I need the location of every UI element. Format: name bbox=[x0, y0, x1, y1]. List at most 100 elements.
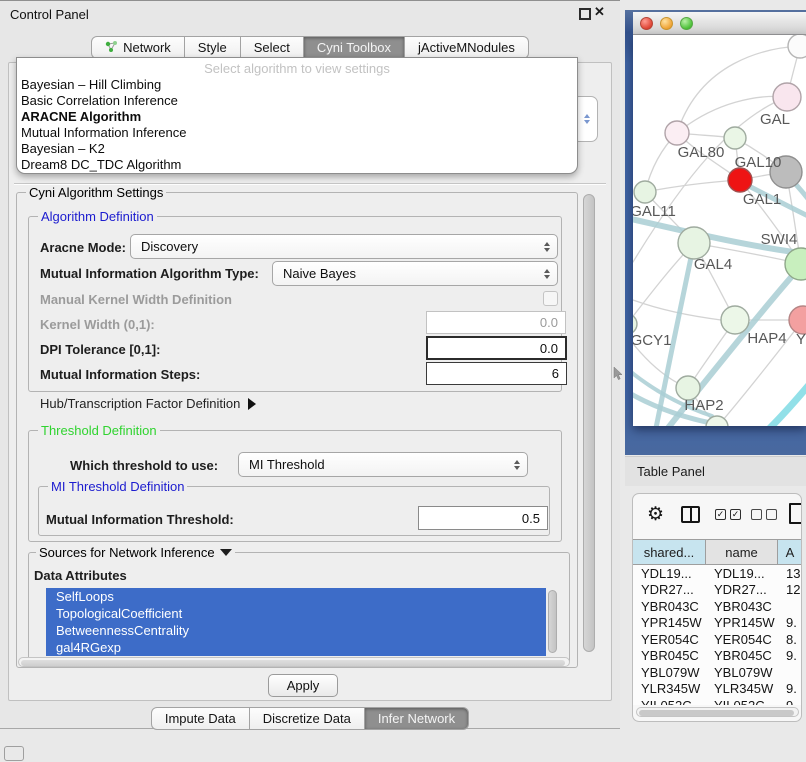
tab-infer-network[interactable]: Infer Network bbox=[365, 707, 469, 730]
apply-button[interactable]: Apply bbox=[268, 674, 338, 697]
table-row[interactable]: YDR27...YDR27...12 bbox=[633, 582, 802, 599]
data-attributes-list[interactable]: SelfLoopsTopologicalCoefficientBetweenne… bbox=[46, 588, 546, 656]
stepper-icon bbox=[514, 460, 520, 470]
control-panel-title: Control Panel bbox=[10, 7, 89, 22]
node-mid[interactable] bbox=[724, 127, 746, 149]
table-cell: YBR045C bbox=[633, 648, 706, 663]
tab-discretize-data[interactable]: Discretize Data bbox=[250, 707, 365, 730]
zoom-button[interactable] bbox=[680, 17, 693, 30]
hub-expander[interactable]: Hub/Transcription Factor Definition bbox=[40, 396, 256, 411]
node-y-clipped[interactable] bbox=[789, 306, 806, 334]
mi-type-value: Naive Bayes bbox=[283, 266, 356, 281]
table-cell: YDL19... bbox=[706, 566, 778, 581]
algorithm-item-mutual-information-inference[interactable]: Mutual Information Inference bbox=[21, 125, 573, 141]
close-button[interactable] bbox=[640, 17, 653, 30]
manual-kernel-checkbox[interactable] bbox=[543, 291, 558, 306]
node-gal80[interactable] bbox=[665, 121, 689, 145]
table-panel-box: ⚙ ✓ ✓ shared...nameA YDL19...YDL19...13Y… bbox=[632, 493, 802, 722]
algorithm-item-bayesian-k2[interactable]: Bayesian – K2 bbox=[21, 141, 573, 157]
table-cell: 9 bbox=[778, 698, 802, 705]
which-threshold-label: Which threshold to use: bbox=[70, 458, 218, 473]
node-gal4[interactable] bbox=[678, 227, 710, 259]
algorithm-item-dream8-dc-tdc-algorithm[interactable]: Dream8 DC_TDC Algorithm bbox=[21, 157, 573, 173]
node-hap4[interactable] bbox=[721, 306, 749, 334]
settings-vscrollbar[interactable] bbox=[583, 194, 595, 652]
attribute-item-topologicalcoefficient[interactable]: TopologicalCoefficient bbox=[46, 605, 546, 622]
tab-label: Style bbox=[198, 40, 227, 55]
table-hscrollbar[interactable] bbox=[636, 707, 799, 717]
hub-expander-label: Hub/Transcription Factor Definition bbox=[40, 396, 240, 411]
minimize-button[interactable] bbox=[660, 17, 673, 30]
tab-cyni-toolbox[interactable]: Cyni Toolbox bbox=[304, 36, 405, 59]
column-header-a[interactable]: A bbox=[778, 540, 802, 564]
attribute-item-gal4rgexp[interactable]: gal4RGexp bbox=[46, 639, 546, 656]
table-row[interactable]: YDL19...YDL19...13 bbox=[633, 565, 802, 582]
node-gcy1[interactable] bbox=[633, 314, 637, 334]
algorithm-item-aracne-algorithm[interactable]: ARACNE Algorithm bbox=[21, 109, 573, 125]
table-body: YDL19...YDL19...13YDR27...YDR27...12YBR0… bbox=[633, 565, 802, 705]
attribute-item-selfloops[interactable]: SelfLoops bbox=[46, 588, 546, 605]
tab-label: Discretize Data bbox=[263, 711, 351, 726]
table-row[interactable]: YBR045CYBR045C9. bbox=[633, 648, 802, 665]
node-top[interactable] bbox=[788, 35, 806, 58]
table-row[interactable]: YBR043CYBR043C bbox=[633, 598, 802, 615]
column-header-shared[interactable]: shared... bbox=[633, 540, 706, 564]
table-row[interactable]: YBL079WYBL079W bbox=[633, 664, 802, 681]
network-window-titlebar[interactable] bbox=[633, 12, 806, 35]
dpi-tolerance-field[interactable]: 0.0 bbox=[426, 336, 567, 360]
node-label: HAP2 bbox=[684, 397, 723, 414]
algorithm-item-bayesian-hill-climbing[interactable]: Bayesian – Hill Climbing bbox=[21, 77, 573, 93]
table-hscrollbar-thumb[interactable] bbox=[639, 710, 794, 716]
node-gal11[interactable] bbox=[634, 181, 656, 203]
node-gal-clipped[interactable] bbox=[773, 83, 801, 111]
which-threshold-combo[interactable]: MI Threshold bbox=[238, 452, 528, 477]
float-icon[interactable] bbox=[579, 8, 591, 20]
checkbox-unchecked-icon bbox=[751, 509, 762, 520]
table-row[interactable]: YPR145WYPR145W9. bbox=[633, 615, 802, 632]
collapsed-panel-icon[interactable] bbox=[4, 746, 24, 761]
tab-jactivemnodules[interactable]: jActiveMNodules bbox=[405, 36, 529, 59]
attributes-hscrollbar[interactable] bbox=[18, 657, 570, 667]
attributes-hscrollbar-thumb[interactable] bbox=[21, 660, 565, 666]
split-columns-icon[interactable] bbox=[681, 506, 700, 523]
algorithm-item-basic-correlation-inference[interactable]: Basic Correlation Inference bbox=[21, 93, 573, 109]
attributes-vscrollbar[interactable] bbox=[548, 590, 557, 653]
node-label: GAL4 bbox=[694, 256, 732, 273]
table-cell: 12 bbox=[778, 582, 802, 597]
table-cell: YIL052C bbox=[706, 698, 778, 705]
mi-steps-label: Mutual Information Steps: bbox=[40, 367, 200, 382]
tab-impute-data[interactable]: Impute Data bbox=[151, 707, 250, 730]
table-header: shared...nameA bbox=[633, 539, 802, 565]
table-row[interactable]: YLR345WYLR345W9. bbox=[633, 681, 802, 698]
cyni-settings-legend: Cyni Algorithm Settings bbox=[26, 185, 166, 200]
node-gal1[interactable] bbox=[728, 168, 752, 192]
sources-legend[interactable]: Sources for Network Inference bbox=[36, 545, 235, 560]
aracne-mode-combo[interactable]: Discovery bbox=[130, 234, 558, 259]
attribute-item-betweennesscentrality[interactable]: BetweennessCentrality bbox=[46, 622, 546, 639]
tab-network[interactable]: Network bbox=[91, 36, 185, 59]
gear-icon[interactable]: ⚙ bbox=[647, 503, 664, 526]
node-label: GAL bbox=[760, 111, 790, 128]
table-cell: YER054C bbox=[706, 632, 778, 647]
table-cell: YBR043C bbox=[633, 599, 706, 614]
network-edge bbox=[645, 180, 740, 192]
document-icon[interactable] bbox=[789, 503, 802, 524]
tab-style[interactable]: Style bbox=[185, 36, 241, 59]
table-row[interactable]: YER054CYER054C8. bbox=[633, 631, 802, 648]
mi-type-combo[interactable]: Naive Bayes bbox=[272, 261, 558, 286]
table-cell: YLR345W bbox=[633, 681, 706, 696]
tab-select[interactable]: Select bbox=[241, 36, 304, 59]
node-label: SWI4 bbox=[761, 231, 798, 248]
mi-threshold-field[interactable]: 0.5 bbox=[418, 506, 548, 530]
table-row[interactable]: YIL052CYIL052C9 bbox=[633, 697, 802, 705]
table-cell: 9. bbox=[778, 648, 802, 663]
bottom-tab-bar: Impute Data Discretize Data Infer Network bbox=[0, 707, 620, 730]
column-header-name[interactable]: name bbox=[706, 540, 778, 564]
checked-checkboxes-icon[interactable]: ✓ ✓ bbox=[715, 509, 741, 520]
algorithm-select-placeholder: Select algorithm to view settings bbox=[17, 61, 577, 76]
close-icon[interactable]: ✕ bbox=[594, 4, 605, 20]
unchecked-checkboxes-icon[interactable] bbox=[751, 509, 777, 520]
table-cell: 9. bbox=[778, 681, 802, 696]
kernel-width-field[interactable]: 0.0 bbox=[426, 311, 566, 334]
mi-steps-field[interactable]: 6 bbox=[426, 362, 567, 385]
